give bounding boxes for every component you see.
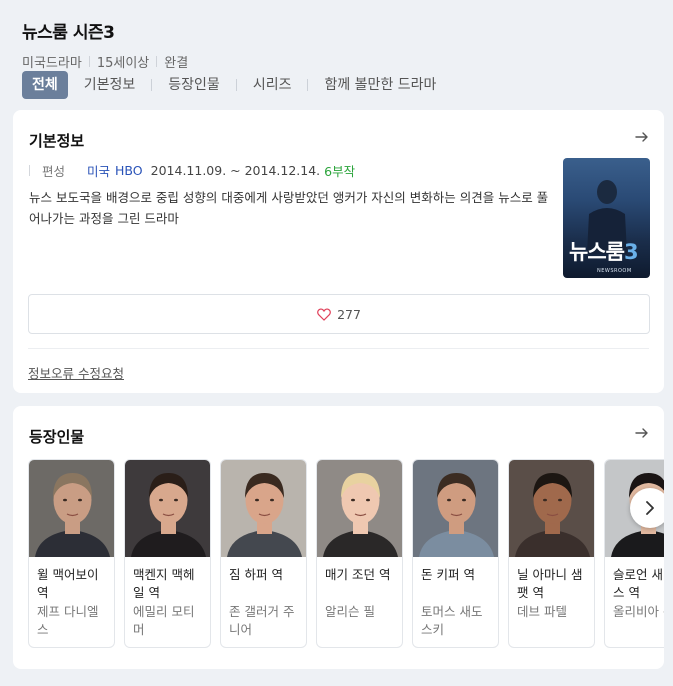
cast-role[interactable]: 짐 하퍼 역: [221, 557, 306, 603]
tab-related-dramas[interactable]: 함께 볼만한 드라마: [314, 71, 446, 99]
meta-divider: [156, 56, 158, 67]
cast-card: 등장인물 윌 맥어보이 역 제프 다니엘스 맥켄지 맥헤일 역 에밀리 모티머 짐 하퍼…: [13, 406, 664, 669]
cast-item[interactable]: 매기 조던 역 알리슨 필: [316, 459, 403, 648]
tab-all[interactable]: 전체: [22, 71, 68, 99]
tab-basic-info[interactable]: 기본정보: [74, 71, 146, 99]
cast-role[interactable]: 돈 키퍼 역: [413, 557, 498, 603]
cast-role[interactable]: 슬로언 새비스 역: [605, 557, 664, 603]
arrow-right-icon[interactable]: [634, 129, 650, 145]
header: 뉴스룸 시즌3 미국드라마 15세이상 완결: [22, 18, 673, 71]
cast-role[interactable]: 맥켄지 맥헤일 역: [125, 557, 210, 603]
like-button[interactable]: 277: [28, 294, 650, 334]
cast-photo[interactable]: [125, 460, 210, 557]
cast-item[interactable]: 닐 아마니 샘팻 역 데브 파텔: [508, 459, 595, 648]
cast-list: 윌 맥어보이 역 제프 다니엘스 맥켄지 맥헤일 역 에밀리 모티머 짐 하퍼 역존 갤…: [28, 459, 664, 648]
heart-outline-icon: [317, 307, 331, 321]
meta-genre: 미국드라마: [22, 56, 82, 71]
cast-item[interactable]: 맥켄지 맥헤일 역 에밀리 모티머: [124, 459, 211, 648]
basic-info-title[interactable]: 기본정보: [29, 130, 84, 151]
tab-divider: [235, 79, 237, 91]
poster-title: 뉴스룸3: [569, 236, 639, 266]
cast-actor[interactable]: 에밀리 모티머: [125, 603, 210, 639]
cast-actor[interactable]: 존 갤러거 주니어: [221, 603, 306, 639]
cast-actor[interactable]: 알리슨 필: [317, 603, 402, 621]
broadcast-label: 편성: [42, 164, 66, 179]
cast-role[interactable]: 매기 조던 역: [317, 557, 402, 603]
poster-title-main: 뉴스룸: [569, 240, 625, 264]
meta-divider: [88, 56, 90, 67]
network-link[interactable]: HBO: [115, 163, 143, 178]
country-link[interactable]: 미국: [87, 161, 110, 180]
meta-info: 미국드라마 15세이상 완결: [22, 52, 673, 71]
cast-photo[interactable]: [509, 460, 594, 557]
poster-title-num: 3: [623, 240, 639, 264]
cast-photo[interactable]: [29, 460, 114, 557]
cast-item[interactable]: 짐 하퍼 역존 갤러거 주니어: [220, 459, 307, 648]
cast-actor[interactable]: 토머스 새도스키: [413, 603, 498, 639]
air-dates: 2014.11.09. ~ 2014.12.14.: [150, 163, 321, 178]
cast-actor[interactable]: 데브 파텔: [509, 603, 594, 621]
report-error-link[interactable]: 정보오류 수정요청: [28, 363, 124, 382]
episode-count: 6부작: [324, 164, 356, 179]
cast-photo[interactable]: [317, 460, 402, 557]
cast-role[interactable]: 윌 맥어보이 역: [29, 557, 114, 603]
poster-subtitle: NEWSROOM: [597, 268, 632, 274]
synopsis: 뉴스 보도국을 배경으로 중립 성향의 대중에게 사랑받았던 앵커가 자신의 변…: [29, 190, 549, 226]
next-button[interactable]: [630, 488, 664, 528]
meta-rating: 15세이상: [96, 56, 150, 71]
cast-item[interactable]: 윌 맥어보이 역 제프 다니엘스: [28, 459, 115, 648]
basic-info-card: 기본정보 편성 미국 HBO 2014.11.09. ~ 2014.12.14.…: [13, 110, 664, 393]
chevron-right-icon: [646, 501, 654, 515]
info-bar: [29, 165, 30, 176]
tab-bar: 전체 기본정보 등장인물 시리즈 함께 볼만한 드라마: [22, 71, 446, 99]
cast-role[interactable]: 닐 아마니 샘팻 역: [509, 557, 594, 603]
cast-item[interactable]: 돈 키퍼 역 토머스 새도스키: [412, 459, 499, 648]
cast-actor[interactable]: 올리비아 문: [605, 603, 664, 621]
like-count: 277: [337, 306, 361, 322]
tab-divider: [307, 79, 309, 91]
tab-cast[interactable]: 등장인물: [158, 71, 230, 99]
cast-item[interactable]: 슬로언 새비스 역올리비아 문: [604, 459, 664, 648]
divider: [28, 348, 649, 349]
cast-actor[interactable]: 제프 다니엘스: [29, 603, 114, 639]
cast-photo[interactable]: [413, 460, 498, 557]
cast-photo[interactable]: [221, 460, 306, 557]
broadcast-info: 편성 미국 HBO 2014.11.09. ~ 2014.12.14. 6부작: [29, 161, 355, 180]
meta-status: 완결: [164, 56, 189, 71]
arrow-right-icon[interactable]: [634, 425, 650, 441]
page-title: 뉴스룸 시즌3: [22, 23, 115, 43]
tab-series[interactable]: 시리즈: [243, 71, 302, 99]
tab-divider: [151, 79, 153, 91]
poster-image[interactable]: 뉴스룸3 NEWSROOM: [563, 158, 650, 278]
cast-title[interactable]: 등장인물: [29, 426, 84, 447]
